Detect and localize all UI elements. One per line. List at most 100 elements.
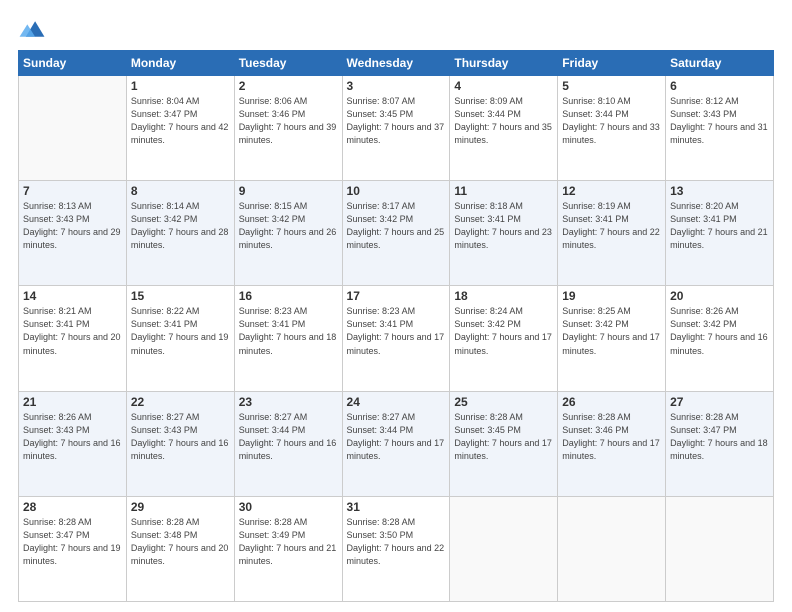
day-number: 17 — [347, 289, 446, 303]
col-header-monday: Monday — [126, 51, 234, 76]
day-number: 14 — [23, 289, 122, 303]
day-info: Sunrise: 8:17 AMSunset: 3:42 PMDaylight:… — [347, 200, 446, 252]
week-row-3: 14 Sunrise: 8:21 AMSunset: 3:41 PMDayligh… — [19, 286, 774, 391]
day-cell: 7 Sunrise: 8:13 AMSunset: 3:43 PMDaylight… — [19, 181, 127, 286]
day-info: Sunrise: 8:18 AMSunset: 3:41 PMDaylight:… — [454, 200, 553, 252]
day-number: 11 — [454, 184, 553, 198]
day-info: Sunrise: 8:04 AMSunset: 3:47 PMDaylight:… — [131, 95, 230, 147]
day-cell: 27 Sunrise: 8:28 AMSunset: 3:47 PMDayligh… — [666, 391, 774, 496]
day-info: Sunrise: 8:19 AMSunset: 3:41 PMDaylight:… — [562, 200, 661, 252]
day-number: 13 — [670, 184, 769, 198]
day-number: 27 — [670, 395, 769, 409]
col-header-saturday: Saturday — [666, 51, 774, 76]
week-row-1: 1Sunrise: 8:04 AMSunset: 3:47 PMDaylight… — [19, 76, 774, 181]
day-cell: 1Sunrise: 8:04 AMSunset: 3:47 PMDaylight… — [126, 76, 234, 181]
col-header-friday: Friday — [558, 51, 666, 76]
day-info: Sunrise: 8:12 AMSunset: 3:43 PMDaylight:… — [670, 95, 769, 147]
calendar-table: SundayMondayTuesdayWednesdayThursdayFrid… — [18, 50, 774, 602]
day-info: Sunrise: 8:28 AMSunset: 3:49 PMDaylight:… — [239, 516, 338, 568]
day-info: Sunrise: 8:09 AMSunset: 3:44 PMDaylight:… — [454, 95, 553, 147]
day-cell — [19, 76, 127, 181]
day-number: 24 — [347, 395, 446, 409]
header-row: SundayMondayTuesdayWednesdayThursdayFrid… — [19, 51, 774, 76]
day-cell: 28Sunrise: 8:28 AMSunset: 3:47 PMDayligh… — [19, 496, 127, 601]
day-cell: 31 Sunrise: 8:28 AMSunset: 3:50 PMDayligh… — [342, 496, 450, 601]
day-cell: 21Sunrise: 8:26 AMSunset: 3:43 PMDayligh… — [19, 391, 127, 496]
day-cell: 10 Sunrise: 8:17 AMSunset: 3:42 PMDayligh… — [342, 181, 450, 286]
day-info: Sunrise: 8:07 AMSunset: 3:45 PMDaylight:… — [347, 95, 446, 147]
day-cell: 23Sunrise: 8:27 AMSunset: 3:44 PMDayligh… — [234, 391, 342, 496]
logo-icon — [18, 18, 46, 40]
day-info: Sunrise: 8:14 AMSunset: 3:42 PMDaylight:… — [131, 200, 230, 252]
day-cell — [558, 496, 666, 601]
day-number: 18 — [454, 289, 553, 303]
day-info: Sunrise: 8:21 AMSunset: 3:41 PMDaylight:… — [23, 305, 122, 357]
day-number: 2 — [239, 79, 338, 93]
day-cell: 24 Sunrise: 8:27 AMSunset: 3:44 PMDayligh… — [342, 391, 450, 496]
day-info: Sunrise: 8:28 AMSunset: 3:46 PMDaylight:… — [562, 411, 661, 463]
day-cell: 17 Sunrise: 8:23 AMSunset: 3:41 PMDayligh… — [342, 286, 450, 391]
day-number: 10 — [347, 184, 446, 198]
col-header-tuesday: Tuesday — [234, 51, 342, 76]
week-row-5: 28Sunrise: 8:28 AMSunset: 3:47 PMDayligh… — [19, 496, 774, 601]
day-info: Sunrise: 8:13 AMSunset: 3:43 PMDaylight:… — [23, 200, 122, 252]
day-number: 22 — [131, 395, 230, 409]
day-cell: 3Sunrise: 8:07 AMSunset: 3:45 PMDaylight… — [342, 76, 450, 181]
day-info: Sunrise: 8:28 AMSunset: 3:48 PMDaylight:… — [131, 516, 230, 568]
day-info: Sunrise: 8:22 AMSunset: 3:41 PMDaylight:… — [131, 305, 230, 357]
day-cell: 15Sunrise: 8:22 AMSunset: 3:41 PMDayligh… — [126, 286, 234, 391]
day-info: Sunrise: 8:24 AMSunset: 3:42 PMDaylight:… — [454, 305, 553, 357]
day-info: Sunrise: 8:23 AMSunset: 3:41 PMDaylight:… — [347, 305, 446, 357]
day-cell: 6Sunrise: 8:12 AMSunset: 3:43 PMDaylight… — [666, 76, 774, 181]
day-cell: 30 Sunrise: 8:28 AMSunset: 3:49 PMDayligh… — [234, 496, 342, 601]
logo — [18, 18, 50, 40]
day-info: Sunrise: 8:28 AMSunset: 3:45 PMDaylight:… — [454, 411, 553, 463]
day-cell: 18 Sunrise: 8:24 AMSunset: 3:42 PMDayligh… — [450, 286, 558, 391]
col-header-thursday: Thursday — [450, 51, 558, 76]
header — [18, 18, 774, 40]
day-info: Sunrise: 8:06 AMSunset: 3:46 PMDaylight:… — [239, 95, 338, 147]
day-number: 12 — [562, 184, 661, 198]
day-number: 25 — [454, 395, 553, 409]
day-number: 7 — [23, 184, 122, 198]
day-number: 23 — [239, 395, 338, 409]
day-cell: 13Sunrise: 8:20 AMSunset: 3:41 PMDayligh… — [666, 181, 774, 286]
day-number: 5 — [562, 79, 661, 93]
day-info: Sunrise: 8:28 AMSunset: 3:47 PMDaylight:… — [23, 516, 122, 568]
day-number: 19 — [562, 289, 661, 303]
day-cell: 12 Sunrise: 8:19 AMSunset: 3:41 PMDayligh… — [558, 181, 666, 286]
day-info: Sunrise: 8:23 AMSunset: 3:41 PMDaylight:… — [239, 305, 338, 357]
day-number: 16 — [239, 289, 338, 303]
day-cell: 16 Sunrise: 8:23 AMSunset: 3:41 PMDayligh… — [234, 286, 342, 391]
day-cell: 29 Sunrise: 8:28 AMSunset: 3:48 PMDayligh… — [126, 496, 234, 601]
day-info: Sunrise: 8:28 AMSunset: 3:47 PMDaylight:… — [670, 411, 769, 463]
day-cell: 5 Sunrise: 8:10 AMSunset: 3:44 PMDaylight… — [558, 76, 666, 181]
day-info: Sunrise: 8:27 AMSunset: 3:43 PMDaylight:… — [131, 411, 230, 463]
day-cell: 25 Sunrise: 8:28 AMSunset: 3:45 PMDayligh… — [450, 391, 558, 496]
day-info: Sunrise: 8:28 AMSunset: 3:50 PMDaylight:… — [347, 516, 446, 568]
day-number: 4 — [454, 79, 553, 93]
day-info: Sunrise: 8:15 AMSunset: 3:42 PMDaylight:… — [239, 200, 338, 252]
day-cell: 20Sunrise: 8:26 AMSunset: 3:42 PMDayligh… — [666, 286, 774, 391]
day-cell: 2 Sunrise: 8:06 AMSunset: 3:46 PMDaylight… — [234, 76, 342, 181]
day-number: 29 — [131, 500, 230, 514]
page: SundayMondayTuesdayWednesdayThursdayFrid… — [0, 0, 792, 612]
day-number: 30 — [239, 500, 338, 514]
day-info: Sunrise: 8:10 AMSunset: 3:44 PMDaylight:… — [562, 95, 661, 147]
day-number: 31 — [347, 500, 446, 514]
day-info: Sunrise: 8:27 AMSunset: 3:44 PMDaylight:… — [347, 411, 446, 463]
day-cell: 8 Sunrise: 8:14 AMSunset: 3:42 PMDaylight… — [126, 181, 234, 286]
day-cell: 19 Sunrise: 8:25 AMSunset: 3:42 PMDayligh… — [558, 286, 666, 391]
col-header-sunday: Sunday — [19, 51, 127, 76]
day-cell: 14 Sunrise: 8:21 AMSunset: 3:41 PMDayligh… — [19, 286, 127, 391]
day-number: 9 — [239, 184, 338, 198]
day-cell: 22 Sunrise: 8:27 AMSunset: 3:43 PMDayligh… — [126, 391, 234, 496]
day-cell: 11 Sunrise: 8:18 AMSunset: 3:41 PMDayligh… — [450, 181, 558, 286]
week-row-2: 7 Sunrise: 8:13 AMSunset: 3:43 PMDaylight… — [19, 181, 774, 286]
week-row-4: 21Sunrise: 8:26 AMSunset: 3:43 PMDayligh… — [19, 391, 774, 496]
day-cell: 9 Sunrise: 8:15 AMSunset: 3:42 PMDaylight… — [234, 181, 342, 286]
day-number: 8 — [131, 184, 230, 198]
day-number: 20 — [670, 289, 769, 303]
day-info: Sunrise: 8:25 AMSunset: 3:42 PMDaylight:… — [562, 305, 661, 357]
day-number: 26 — [562, 395, 661, 409]
